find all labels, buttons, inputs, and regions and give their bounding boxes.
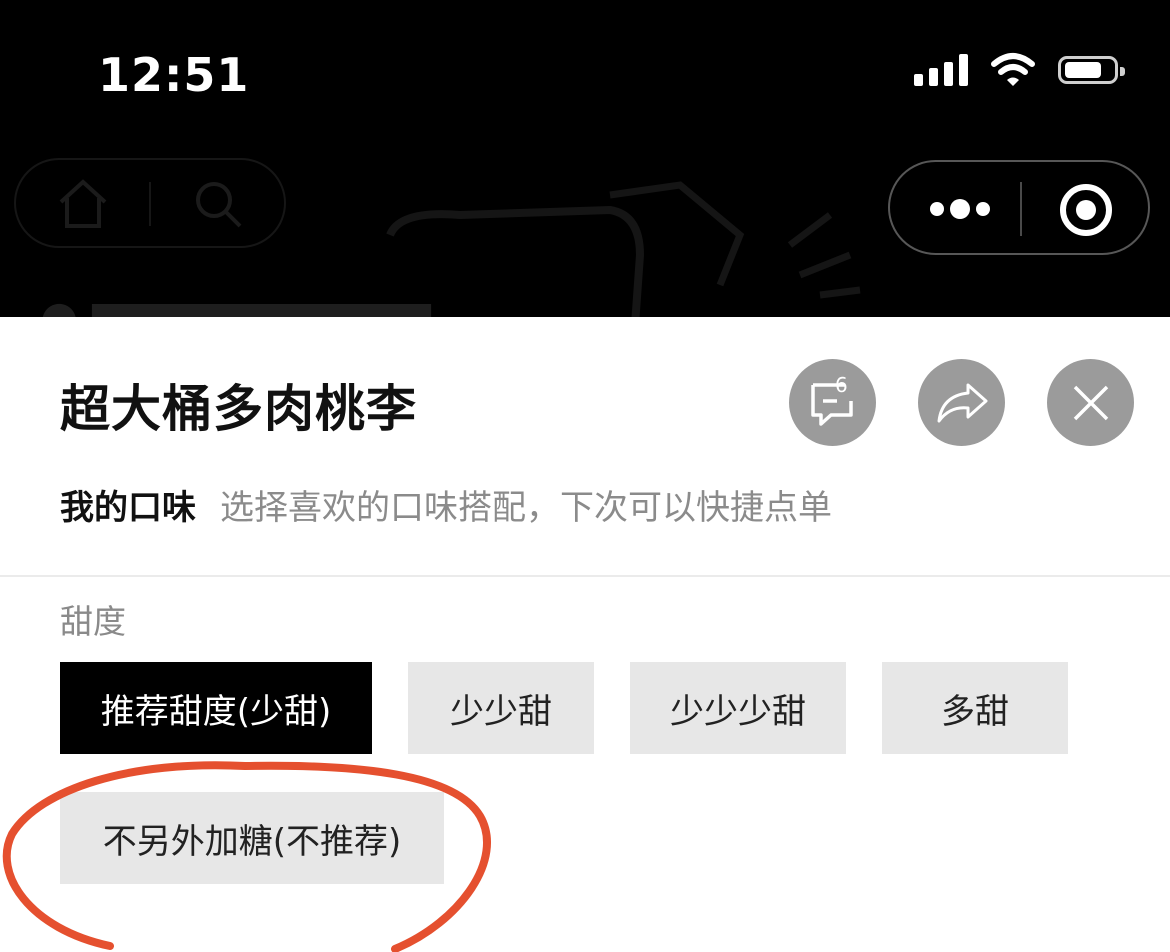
my-taste-label: 我的口味 bbox=[60, 488, 196, 528]
background-illustration bbox=[386, 181, 861, 317]
share-icon bbox=[937, 383, 987, 422]
background-nav-capsule bbox=[14, 158, 286, 248]
cellular-signal-icon bbox=[914, 54, 968, 86]
my-taste-hint: 选择喜欢的口味搭配，下次可以快捷点单 bbox=[220, 488, 832, 528]
more-dot-icon bbox=[930, 202, 944, 216]
close-icon bbox=[1073, 385, 1108, 420]
search-icon bbox=[196, 182, 242, 228]
share-button[interactable] bbox=[918, 359, 1005, 446]
sweetness-option-no-sugar[interactable]: 不另外加糖(不推荐) bbox=[60, 792, 444, 884]
battery-icon bbox=[1058, 56, 1125, 84]
comment-icon bbox=[810, 382, 853, 426]
my-taste-row[interactable]: 我的口味 选择喜欢的口味搭配，下次可以快捷点单 bbox=[60, 480, 832, 529]
sweetness-section-title: 甜度 bbox=[60, 602, 126, 641]
sweetness-option-less-less-less[interactable]: 少少少甜 bbox=[630, 662, 846, 754]
close-button[interactable] bbox=[1047, 359, 1134, 446]
status-icons bbox=[914, 52, 1125, 88]
more-dot-icon bbox=[976, 202, 990, 216]
more-button[interactable] bbox=[930, 192, 990, 226]
comment-count-badge: 6 bbox=[835, 373, 848, 397]
wifi-icon bbox=[991, 53, 1035, 86]
status-time: 12:51 bbox=[98, 48, 250, 102]
sweetness-option-less-less[interactable]: 少少甜 bbox=[408, 662, 594, 754]
comment-button[interactable]: 6 bbox=[789, 359, 876, 446]
close-miniprogram-button[interactable] bbox=[1060, 184, 1112, 236]
capsule-divider bbox=[1020, 182, 1022, 236]
sweetness-option-more[interactable]: 多甜 bbox=[882, 662, 1068, 754]
sweetness-option-recommended[interactable]: 推荐甜度(少甜) bbox=[60, 662, 372, 754]
miniprogram-capsule bbox=[888, 160, 1150, 255]
more-dot-icon bbox=[950, 199, 970, 219]
home-icon bbox=[59, 179, 107, 228]
product-options-sheet: 超大桶多肉桃李 6 我的口味 选择喜欢的口味搭配，下次可以快捷点单 甜度 推荐甜度… bbox=[0, 317, 1170, 952]
background-obscured-text: ● ▆▆▆▆▆▆▆▆▆▆ bbox=[40, 292, 431, 317]
product-title: 超大桶多肉桃李 bbox=[60, 380, 417, 438]
section-divider bbox=[0, 575, 1170, 577]
status-and-header-area: 12:51 ● ▆▆▆▆▆▆▆▆▆▆ bbox=[0, 0, 1170, 317]
